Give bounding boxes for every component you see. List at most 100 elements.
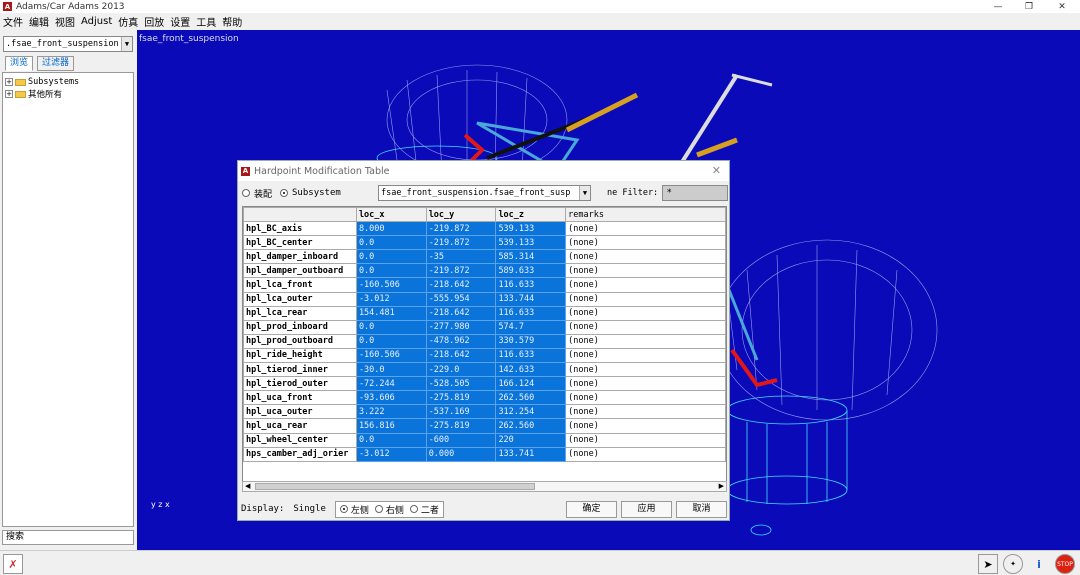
table-row[interactable]: hpl_prod_inboard 0.0 -277.980 574.7 (none): [243, 319, 726, 335]
hardpoint-name-cell[interactable]: hpl_uca_rear: [243, 418, 357, 434]
column-header[interactable]: loc_z: [495, 207, 567, 223]
loc-x-cell[interactable]: -72.244: [355, 376, 427, 392]
table-row[interactable]: hpl_damper_outboard 0.0 -219.872 589.633 (no…: [243, 263, 726, 279]
loc-y-cell[interactable]: -219.872: [425, 263, 497, 279]
loc-y-cell[interactable]: -229.0: [425, 362, 497, 378]
loc-y-cell[interactable]: -275.819: [425, 390, 497, 406]
table-row[interactable]: hps_camber_adj_orier -3.012 0.000 133.741 (n…: [243, 446, 726, 462]
loc-y-cell[interactable]: -218.642: [425, 347, 497, 364]
hardpoint-name-cell[interactable]: hpl_tierod_inner: [243, 362, 357, 378]
hardpoint-name-cell[interactable]: hpl_damper_inboard: [243, 249, 357, 265]
loc-x-cell[interactable]: -3.012: [355, 291, 427, 307]
menu-help[interactable]: 帮助: [222, 14, 242, 29]
table-row[interactable]: hpl_wheel_center 0.0 -600 220 (none): [243, 432, 726, 448]
cancel-button[interactable]: 取消: [676, 501, 727, 518]
hardpoint-name-cell[interactable]: hpl_BC_axis: [243, 221, 357, 237]
radio-left[interactable]: [339, 505, 348, 513]
search-input[interactable]: 搜索: [2, 530, 134, 545]
remarks-cell[interactable]: (none): [565, 319, 726, 335]
radio-both[interactable]: [409, 505, 418, 513]
remarks-cell[interactable]: (none): [565, 418, 726, 434]
loc-z-cell[interactable]: 116.633: [495, 347, 567, 364]
table-row[interactable]: hpl_tierod_outer -72.244 -528.505 166.124 (n…: [243, 376, 726, 392]
loc-y-cell[interactable]: -219.872: [425, 235, 497, 251]
remarks-cell[interactable]: (none): [565, 235, 726, 251]
loc-z-cell[interactable]: 133.744: [495, 291, 567, 307]
table-row[interactable]: hpl_lca_outer -3.012 -555.954 133.744 (none): [243, 291, 726, 307]
hardpoint-name-cell[interactable]: hpl_prod_outboard: [243, 333, 357, 349]
loc-x-cell[interactable]: -93.606: [355, 390, 427, 406]
loc-z-cell[interactable]: 133.741: [495, 446, 567, 462]
select-arrow-icon[interactable]: ➤: [978, 554, 998, 574]
close-icon[interactable]: ✕: [1044, 0, 1080, 13]
remarks-cell[interactable]: (none): [565, 263, 726, 279]
remarks-cell[interactable]: (none): [565, 390, 726, 406]
table-row[interactable]: hpl_uca_outer 3.222 -537.169 312.254 (none): [243, 404, 726, 420]
loc-x-cell[interactable]: 0.0: [355, 333, 427, 349]
table-row[interactable]: hpl_tierod_inner -30.0 -229.0 142.633 (none): [243, 362, 726, 378]
scrollbar-thumb[interactable]: [255, 483, 535, 490]
filter-input[interactable]: *: [662, 185, 728, 201]
menu-tools[interactable]: 工具: [196, 14, 216, 29]
loc-x-cell[interactable]: 3.222: [355, 404, 427, 420]
chevron-down-icon[interactable]: ▼: [579, 186, 590, 200]
scroll-left-icon[interactable]: ◀: [245, 482, 250, 490]
menu-edit[interactable]: 编辑: [29, 14, 49, 29]
hardpoint-name-cell[interactable]: hpl_uca_front: [243, 390, 357, 406]
remarks-cell[interactable]: (none): [565, 305, 726, 321]
table-row[interactable]: hpl_lca_front -160.506 -218.642 116.633 (non…: [243, 277, 726, 293]
column-header[interactable]: loc_x: [355, 207, 427, 223]
loc-z-cell[interactable]: 574.7: [495, 319, 567, 335]
remarks-cell[interactable]: (none): [565, 221, 726, 237]
lightning-icon[interactable]: ✗: [3, 554, 23, 574]
loc-z-cell[interactable]: 220: [495, 432, 567, 448]
loc-x-cell[interactable]: -160.506: [355, 347, 427, 364]
model-selector[interactable]: .fsae_front_suspension ▼: [3, 36, 133, 52]
remarks-cell[interactable]: (none): [565, 277, 726, 293]
loc-y-cell[interactable]: -537.169: [425, 404, 497, 420]
loc-y-cell[interactable]: -218.642: [425, 277, 497, 293]
stop-icon[interactable]: STOP: [1055, 554, 1075, 574]
tab-filter[interactable]: 过滤器: [37, 56, 75, 71]
remarks-cell[interactable]: (none): [565, 376, 726, 392]
table-row[interactable]: hpl_uca_front -93.606 -275.819 262.560 (none…: [243, 390, 726, 406]
horizontal-scrollbar[interactable]: ◀ ▶: [242, 481, 727, 492]
hardpoint-name-cell[interactable]: hpl_tierod_outer: [243, 376, 357, 392]
remarks-cell[interactable]: (none): [565, 362, 726, 378]
loc-z-cell[interactable]: 116.633: [495, 305, 567, 321]
table-row[interactable]: hpl_BC_axis 8.000 -219.872 539.133 (none): [243, 221, 726, 237]
column-header[interactable]: remarks: [565, 207, 726, 223]
hardpoint-name-cell[interactable]: hpl_lca_outer: [243, 291, 357, 307]
hardpoint-name-cell[interactable]: hpl_damper_outboard: [243, 263, 357, 279]
hardpoint-name-cell[interactable]: hpl_lca_front: [243, 277, 357, 293]
radio-assembly[interactable]: [242, 189, 250, 197]
loc-y-cell[interactable]: -218.642: [425, 305, 497, 321]
hardpoint-name-cell[interactable]: hpl_prod_inboard: [243, 319, 357, 335]
tree-item-other[interactable]: + 其他所有: [5, 88, 131, 100]
menu-review[interactable]: 回放: [144, 14, 164, 29]
loc-y-cell[interactable]: -35: [425, 249, 497, 265]
loc-z-cell[interactable]: 330.579: [495, 333, 567, 349]
remarks-cell[interactable]: (none): [565, 333, 726, 349]
subsystem-select[interactable]: fsae_front_suspension.fsae_front_susp ▼: [378, 185, 591, 201]
scroll-right-icon[interactable]: ▶: [719, 482, 724, 490]
loc-y-cell[interactable]: -528.505: [425, 376, 497, 392]
loc-x-cell[interactable]: -3.012: [355, 446, 427, 462]
menu-file[interactable]: 文件: [3, 14, 23, 29]
hardpoint-name-cell[interactable]: hps_camber_adj_orier: [243, 446, 357, 462]
loc-z-cell[interactable]: 262.560: [495, 390, 567, 406]
column-header[interactable]: loc_y: [425, 207, 497, 223]
hardpoint-name-cell[interactable]: hpl_BC_center: [243, 235, 357, 251]
table-row[interactable]: hpl_damper_inboard 0.0 -35 585.314 (none): [243, 249, 726, 265]
tab-browse[interactable]: 浏览: [5, 56, 34, 71]
loc-y-cell[interactable]: 0.000: [425, 446, 497, 462]
table-row[interactable]: hpl_prod_outboard 0.0 -478.962 330.579 (none…: [243, 333, 726, 349]
loc-z-cell[interactable]: 589.633: [495, 263, 567, 279]
loc-x-cell[interactable]: -160.506: [355, 277, 427, 293]
loc-y-cell[interactable]: -555.954: [425, 291, 497, 307]
apply-button[interactable]: 应用: [621, 501, 672, 518]
remarks-cell[interactable]: (none): [565, 404, 726, 420]
maximize-icon[interactable]: ❐: [1011, 0, 1047, 13]
loc-y-cell[interactable]: -277.980: [425, 319, 497, 335]
menu-adjust[interactable]: Adjust: [81, 16, 112, 27]
